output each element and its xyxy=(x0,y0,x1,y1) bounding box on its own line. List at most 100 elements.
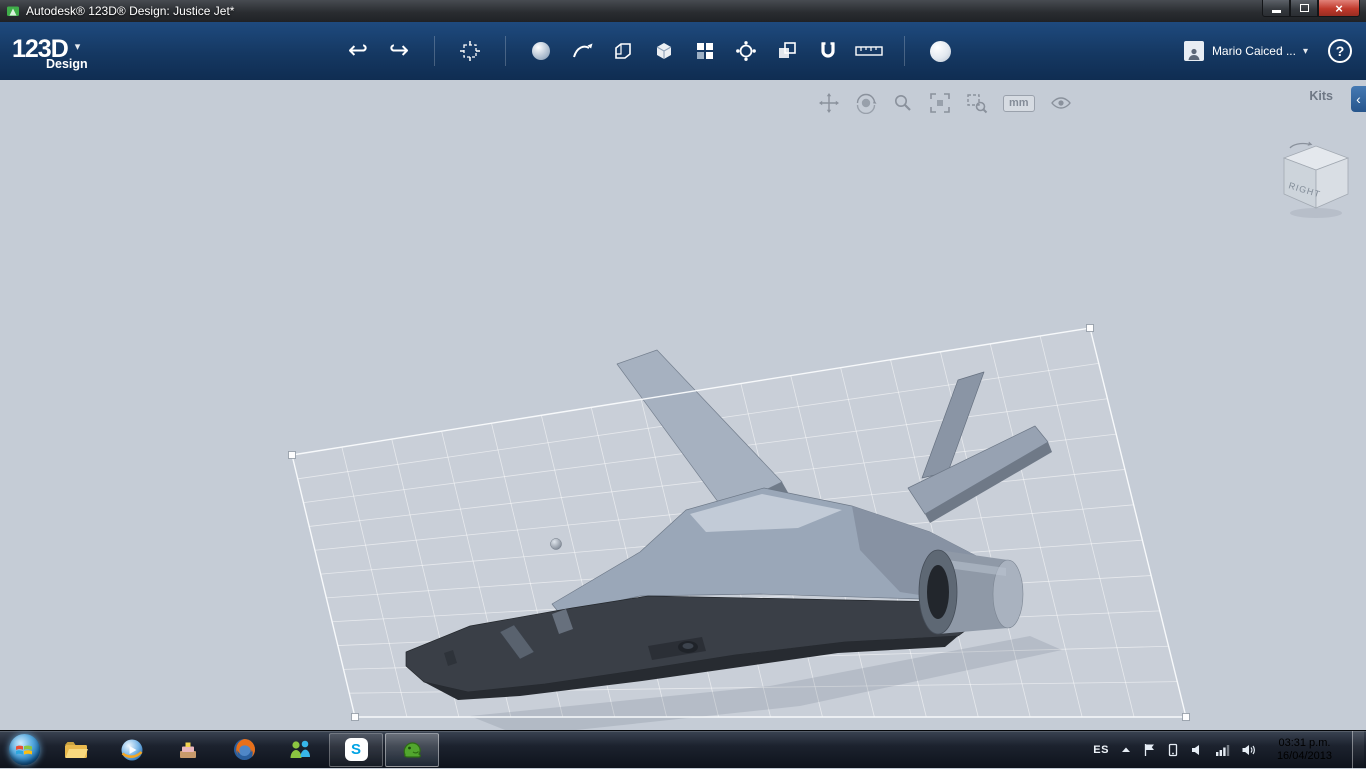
units-button[interactable]: mm xyxy=(1003,94,1035,112)
engine[interactable] xyxy=(918,549,1024,635)
close-button[interactable]: × xyxy=(1318,0,1360,17)
orbit-button[interactable] xyxy=(855,92,877,114)
zoom-window-icon xyxy=(967,94,988,114)
window-title: Autodesk® 123D® Design: Justice Jet* xyxy=(26,4,235,18)
pattern-tool-button[interactable] xyxy=(687,33,723,69)
eye-icon xyxy=(1050,97,1071,109)
clock-date: 16/04/2013 xyxy=(1276,749,1332,762)
circular-pattern-tool-button[interactable] xyxy=(728,33,764,69)
combine-tool-button[interactable] xyxy=(769,33,805,69)
firefox-icon xyxy=(233,739,255,760)
selection-handle[interactable] xyxy=(351,713,359,721)
kits-chevron-icon: ‹ xyxy=(1356,91,1361,107)
units-label: mm xyxy=(1003,94,1035,112)
hidden-icons-button[interactable] xyxy=(1120,744,1132,756)
taskbar-app-media-player[interactable] xyxy=(105,733,159,767)
kits-panel-tab[interactable]: ‹ xyxy=(1351,86,1366,112)
taskbar-app-explorer[interactable] xyxy=(49,733,103,767)
device-icon xyxy=(1168,743,1178,756)
minimize-icon xyxy=(1271,10,1281,13)
sketch-tool-button[interactable] xyxy=(564,33,600,69)
primitives-tool-button[interactable] xyxy=(523,33,559,69)
pattern-grid-icon xyxy=(697,43,713,59)
fit-view-icon xyxy=(930,93,950,113)
redo-icon: ↪ xyxy=(388,37,410,64)
skype-icon: S xyxy=(344,738,368,761)
magnifier-icon xyxy=(895,95,911,111)
messenger-people-icon xyxy=(290,740,310,758)
device-tray-button[interactable] xyxy=(1167,743,1179,757)
person-icon xyxy=(1188,48,1200,60)
pan-icon xyxy=(819,93,839,113)
application-window: Autodesk® 123D® Design: Justice Jet* × 1… xyxy=(0,0,1366,769)
wheel-hub xyxy=(682,643,694,649)
volume-icon xyxy=(1242,744,1255,755)
selection-handle[interactable] xyxy=(1086,324,1094,332)
ruler-icon xyxy=(855,46,883,56)
folder-icon xyxy=(65,741,88,758)
transform-icon xyxy=(460,41,480,61)
taskbar: S ES 03:31 p.m. 16/04/2013 xyxy=(0,730,1366,769)
maximize-icon xyxy=(1299,4,1309,12)
system-tray: ES 03:31 p.m. 16/04/2013 xyxy=(1093,730,1366,769)
toolbar-separator xyxy=(505,36,506,66)
flag-icon xyxy=(1144,743,1154,756)
zoom-button[interactable] xyxy=(892,92,914,114)
viewport-nav-toolbar: mm xyxy=(818,92,1072,114)
measure-tool-button[interactable] xyxy=(851,33,887,69)
taskbar-app-active[interactable] xyxy=(385,732,439,767)
redo-button[interactable]: ↪ xyxy=(381,33,417,69)
selection-handle[interactable] xyxy=(1182,713,1190,721)
viewcube-shadow xyxy=(1290,208,1342,218)
language-indicator[interactable]: ES xyxy=(1093,744,1109,756)
zoom-window-button[interactable] xyxy=(966,92,988,114)
transform-tool-button[interactable] xyxy=(452,33,488,69)
zoom-fit-button[interactable] xyxy=(929,92,951,114)
user-account-area: Mario Caiced ... ▾ ? xyxy=(1183,39,1366,63)
chevron-up-icon xyxy=(1121,747,1130,752)
volume-button[interactable] xyxy=(1241,743,1257,757)
minimize-button[interactable] xyxy=(1262,0,1290,17)
undo-button[interactable]: ↩ xyxy=(340,33,376,69)
show-desktop-button[interactable] xyxy=(1352,730,1364,769)
kits-panel-label: Kits xyxy=(1309,89,1333,103)
taskbar-app-messenger[interactable] xyxy=(273,733,327,767)
help-button[interactable]: ? xyxy=(1328,39,1352,63)
audio-device-button[interactable] xyxy=(1190,743,1204,757)
action-center-button[interactable] xyxy=(1143,743,1156,757)
window-icon xyxy=(7,6,19,16)
selection-handle[interactable] xyxy=(288,451,296,459)
chamfer-tool-button[interactable] xyxy=(605,33,641,69)
viewport-canvas[interactable]: mm Kits ‹ RIGHT xyxy=(0,80,1366,730)
maximize-button[interactable] xyxy=(1290,0,1318,17)
app-toolbar: 123D ▾ Design ↩ ↪ Mario Caiced ... ▾ ? xyxy=(0,22,1366,80)
media-player-icon xyxy=(121,739,143,760)
windows-flag-icon xyxy=(16,745,32,754)
box-tool-button[interactable] xyxy=(646,33,682,69)
view-cube[interactable]: RIGHT xyxy=(1276,138,1356,222)
window-titlebar: Autodesk® 123D® Design: Justice Jet* × xyxy=(0,0,1366,22)
user-menu-button[interactable]: Mario Caiced ... ▾ xyxy=(1212,44,1308,58)
app-logo-subtitle: Design xyxy=(46,56,88,71)
user-menu-chevron-icon: ▾ xyxy=(1302,45,1308,57)
circular-pattern-icon xyxy=(736,41,756,61)
network-button[interactable] xyxy=(1215,743,1230,757)
speaker-icon xyxy=(1191,744,1199,755)
rotate-arrow-icon[interactable] xyxy=(1289,142,1309,149)
engine-nozzle xyxy=(927,565,949,619)
visibility-button[interactable] xyxy=(1050,92,1072,114)
taskbar-clock[interactable]: 03:31 p.m. 16/04/2013 xyxy=(1268,737,1341,763)
orbit-icon xyxy=(856,93,877,114)
taskbar-app-skype[interactable]: S xyxy=(329,732,383,767)
user-avatar xyxy=(1183,41,1204,61)
material-tool-button[interactable] xyxy=(922,33,958,69)
taskbar-app-firefox[interactable] xyxy=(217,733,271,767)
magnet-icon xyxy=(821,42,835,58)
app-logo-menu[interactable]: 123D ▾ Design xyxy=(0,32,150,71)
pan-button[interactable] xyxy=(818,92,840,114)
snap-tool-button[interactable] xyxy=(810,33,846,69)
start-button[interactable] xyxy=(0,731,48,769)
origin-gizmo[interactable] xyxy=(550,538,562,550)
taskbar-app-3[interactable] xyxy=(161,733,215,767)
viewport-3d[interactable] xyxy=(0,80,1366,730)
